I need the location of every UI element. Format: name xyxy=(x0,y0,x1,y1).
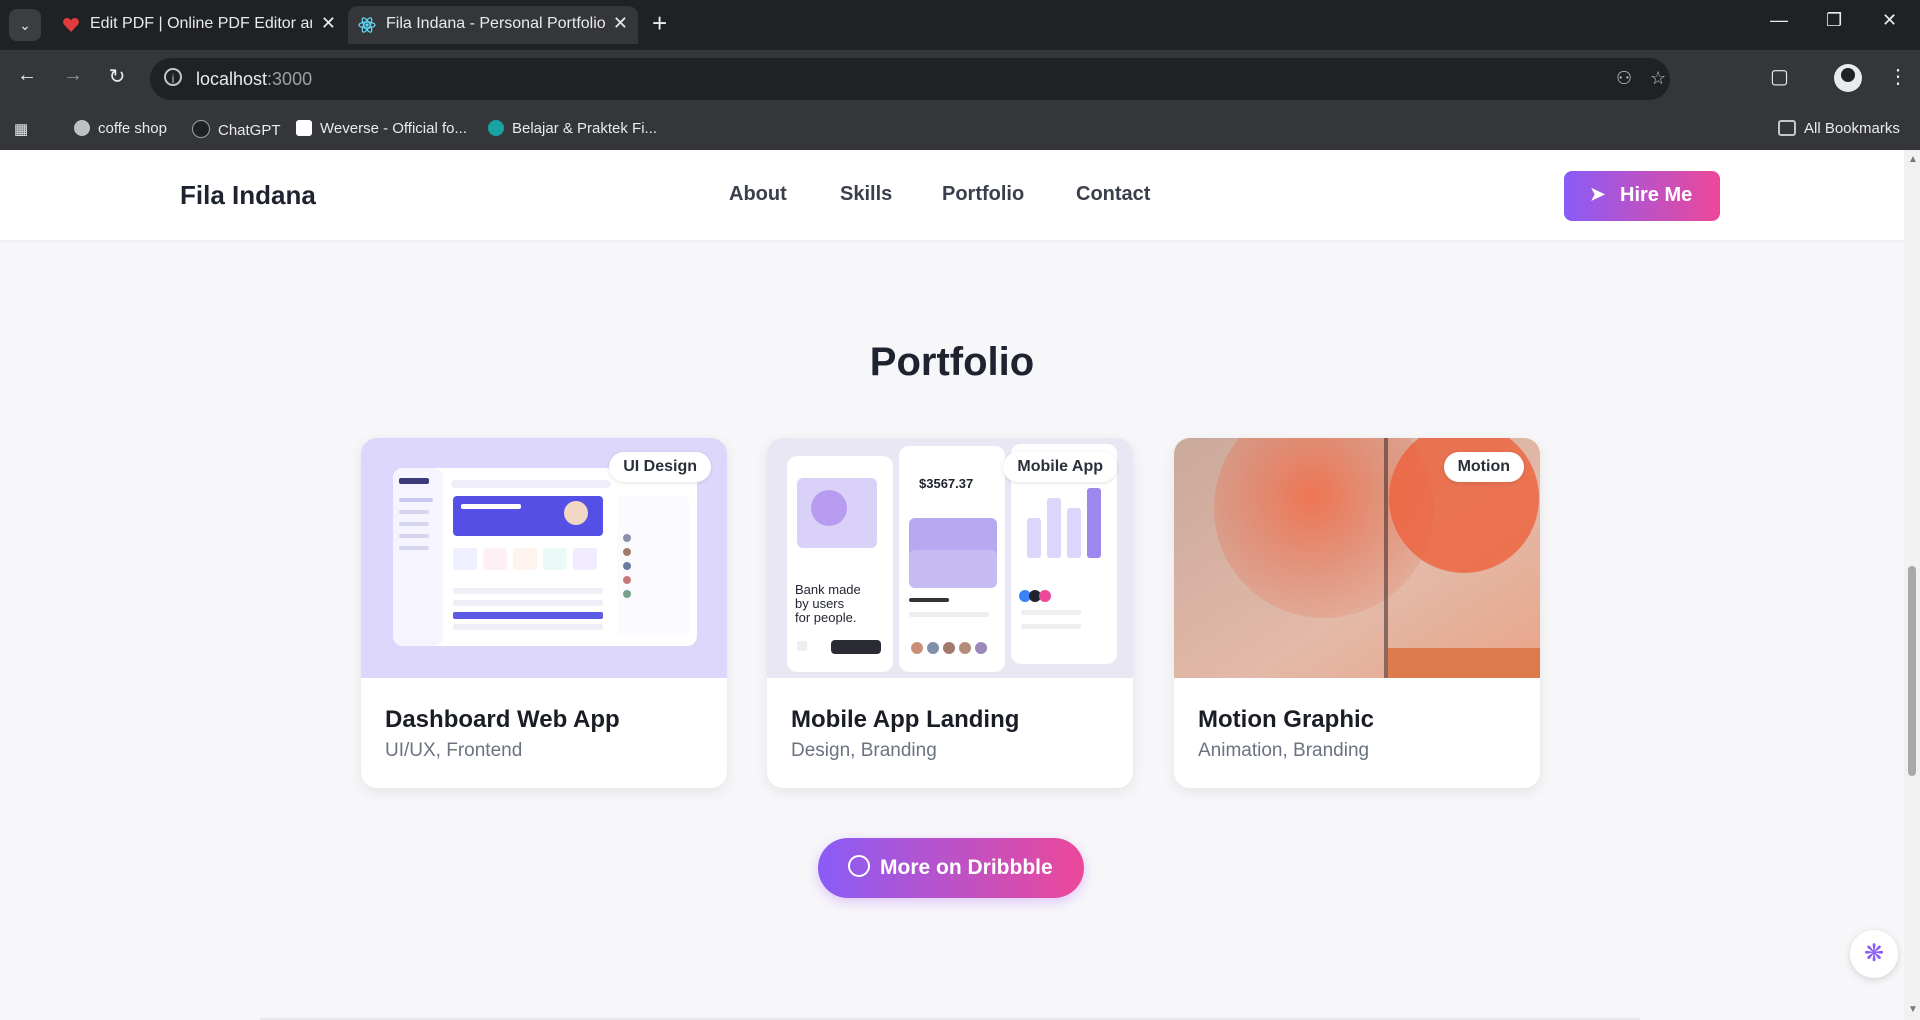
section-title: Portfolio xyxy=(869,340,1035,384)
bookmark-chatgpt[interactable]: ChatGPT xyxy=(192,120,281,139)
url-text[interactable]: localhost:3000 xyxy=(196,69,312,90)
category-badge: UI Design xyxy=(609,452,711,482)
scroll-down-icon[interactable]: ▼ xyxy=(1908,1004,1918,1015)
portfolio-card-mobile[interactable]: Bank made by users for people. $3567.37 xyxy=(767,438,1133,788)
send-icon: ➤ xyxy=(1590,184,1606,204)
weverse-icon xyxy=(296,120,312,136)
browser-toolbar: ← → ↻ i localhost:3000 ⚇ ☆ ▢ ⋮ xyxy=(0,50,1920,108)
card-subtitle: UI/UX, Frontend xyxy=(385,740,523,761)
card-thumbnail: Motion xyxy=(1174,438,1540,678)
portfolio-page: Fila Indana About Skills Portfolio Conta… xyxy=(0,150,1920,1020)
close-icon[interactable]: ✕ xyxy=(613,13,628,34)
svg-text:$3567.37: $3567.37 xyxy=(919,476,973,491)
page-scrollbar[interactable]: ▲ ▼ xyxy=(1904,150,1920,1020)
portfolio-card-motion[interactable]: Motion Motion Graphic Animation, Brandin… xyxy=(1174,438,1540,788)
dribbble-icon xyxy=(848,855,870,877)
bookmark-belajar[interactable]: Belajar & Praktek Fi... xyxy=(488,120,657,137)
svg-text:by users: by users xyxy=(795,596,845,611)
card-subtitle: Animation, Branding xyxy=(1198,740,1370,761)
card-thumbnail: Bank made by users for people. $3567.37 xyxy=(767,438,1133,678)
close-icon[interactable]: ✕ xyxy=(321,13,336,34)
card-subtitle: Design, Branding xyxy=(791,740,937,761)
menu-icon[interactable]: ⋮ xyxy=(1888,64,1908,89)
bookmark-weverse[interactable]: Weverse - Official fo... xyxy=(296,120,467,137)
folder-icon xyxy=(1778,120,1796,136)
bookmarks-bar: ▦ coffe shop ChatGPT Weverse - Official … xyxy=(0,108,1920,150)
minimize-icon[interactable]: — xyxy=(1770,10,1788,31)
tab-portfolio[interactable]: Fila Indana - Personal Portfolio ✕ xyxy=(348,6,638,44)
bookmark-coffe-shop[interactable]: coffe shop xyxy=(74,120,167,137)
card-title: Dashboard Web App xyxy=(385,706,620,733)
card-title: Motion Graphic xyxy=(1198,706,1374,733)
new-tab-icon[interactable]: + xyxy=(652,8,667,38)
more-on-dribbble-button[interactable]: More on Dribbble xyxy=(818,838,1084,898)
nav-skills[interactable]: Skills xyxy=(840,183,892,206)
address-bar[interactable]: i localhost:3000 ⚇ ☆ xyxy=(150,58,1670,100)
nav-contact[interactable]: Contact xyxy=(1076,183,1150,206)
star-icon[interactable]: ☆ xyxy=(1650,68,1666,89)
tab-title: Fila Indana - Personal Portfolio xyxy=(386,15,606,32)
brand-logo[interactable]: Fila Indana xyxy=(180,180,316,211)
apps-grid-icon[interactable]: ▦ xyxy=(14,120,28,138)
site-info-icon[interactable]: i xyxy=(164,68,182,86)
svg-text:Bank made: Bank made xyxy=(795,582,861,597)
nav-about[interactable]: About xyxy=(729,183,787,206)
bookmark-site-icon xyxy=(488,120,504,136)
site-header: Fila Indana About Skills Portfolio Conta… xyxy=(0,150,1904,240)
globe-icon xyxy=(74,120,90,136)
hire-me-button[interactable]: ➤ Hire Me xyxy=(1564,171,1720,221)
scroll-up-icon[interactable]: ▲ xyxy=(1908,154,1918,165)
extensions-icon[interactable]: ▢ xyxy=(1770,64,1789,89)
heart-pdf-icon xyxy=(63,18,79,32)
profile-avatar[interactable] xyxy=(1834,64,1862,92)
translate-icon[interactable]: ⚇ xyxy=(1616,68,1632,89)
card-title: Mobile App Landing xyxy=(791,706,1020,733)
window-close-icon[interactable]: ✕ xyxy=(1882,10,1897,31)
nav-portfolio[interactable]: Portfolio xyxy=(942,183,1024,206)
card-thumbnail: UI Design xyxy=(361,438,727,678)
category-badge: Mobile App xyxy=(1003,452,1117,482)
category-badge: Motion xyxy=(1443,452,1524,482)
portfolio-card-dashboard[interactable]: UI Design Dashboard Web App UI/UX, Front… xyxy=(361,438,727,788)
restore-icon[interactable]: ❐ xyxy=(1826,10,1842,31)
tab-edit-pdf[interactable]: Edit PDF | Online PDF Editor and ✕ xyxy=(52,6,346,44)
reload-icon[interactable]: ↻ xyxy=(102,64,132,89)
browser-tabbar: ⌄ Edit PDF | Online PDF Editor and ✕ Fil… xyxy=(0,0,1920,50)
svg-text:for people.: for people. xyxy=(795,610,856,625)
forward-icon[interactable]: → xyxy=(58,64,88,87)
scroll-thumb[interactable] xyxy=(1908,566,1916,776)
assistant-brain-icon[interactable]: ❋ xyxy=(1850,930,1898,978)
tab-title: Edit PDF | Online PDF Editor and xyxy=(90,15,312,32)
react-icon xyxy=(358,17,376,33)
back-icon[interactable]: ← xyxy=(12,64,42,87)
all-bookmarks[interactable]: All Bookmarks xyxy=(1778,120,1900,137)
tab-search-button[interactable]: ⌄ xyxy=(9,9,41,41)
chatgpt-icon xyxy=(192,120,210,138)
